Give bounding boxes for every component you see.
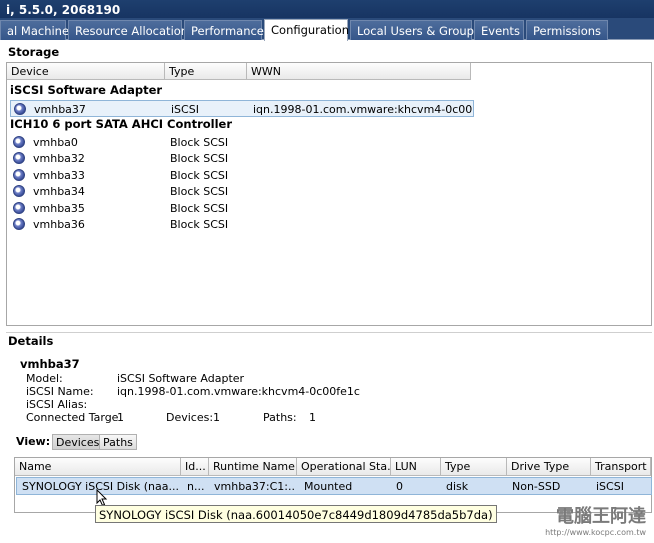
view-label: View: (16, 435, 51, 448)
tab-local-users-groups[interactable]: Local Users & Groups (350, 20, 480, 40)
tab-virtual-machines[interactable]: al Machines (0, 20, 75, 40)
watermark: 電腦王阿達 http://www.kocpc.com.tw (545, 502, 646, 537)
adapter-type: Block SCSI (170, 169, 229, 182)
column-header-identifier[interactable]: Id... (181, 458, 209, 476)
details-devices-value: 1 (213, 411, 220, 424)
details-iscsi-name-value: iqn.1998-01.com.vmware:khcvm4-0c00fe1c (117, 385, 360, 398)
column-header-type[interactable]: Type (441, 458, 507, 476)
tab-resource-allocation[interactable]: Resource Allocation (68, 20, 188, 40)
tab-events[interactable]: Events (474, 20, 524, 40)
adapter-row[interactable]: vmhba34 Block SCSI (10, 183, 474, 200)
column-header-lun[interactable]: LUN (391, 458, 441, 476)
column-header-drive-type[interactable]: Drive Type (507, 458, 591, 476)
column-header-device[interactable]: Device (7, 63, 165, 80)
adapter-device: vmhba37 (34, 103, 86, 116)
storage-adapter-icon (13, 169, 25, 181)
group-label-iscsi: iSCSI Software Adapter (10, 83, 163, 97)
view-paths-button[interactable]: Paths (99, 434, 137, 450)
device-operational-state: Mounted (304, 480, 353, 493)
column-header-wwn[interactable]: WWN (247, 63, 471, 80)
storage-adapter-icon (14, 103, 26, 115)
adapter-type: Block SCSI (170, 136, 229, 149)
adapter-row[interactable]: vmhba36 Block SCSI (10, 216, 474, 233)
adapter-type: iSCSI (171, 103, 199, 116)
details-iscsi-name-label: iSCSI Name: (26, 385, 94, 398)
storage-adapter-icon (13, 136, 25, 148)
adapter-row[interactable]: vmhba33 Block SCSI (10, 167, 474, 184)
adapter-row[interactable]: vmhba35 Block SCSI (10, 200, 474, 217)
column-header-name[interactable]: Name (15, 458, 181, 476)
view-devices-button[interactable]: Devices (52, 434, 104, 450)
device-row[interactable]: SYNOLOGY iSCSI Disk (naa.... n... vmhba3… (16, 477, 652, 495)
details-connected-targets-label: Connected Targe (26, 411, 119, 424)
adapter-row[interactable]: vmhba0 Block SCSI (10, 134, 474, 151)
storage-adapter-icon (13, 152, 25, 164)
details-model-value: iSCSI Software Adapter (117, 372, 245, 385)
adapter-wwn: iqn.1998-01.com.vmware:khcvm4-0c00... (253, 103, 473, 116)
storage-adapter-icon (13, 218, 25, 230)
storage-title: Storage (8, 45, 60, 59)
details-title: Details (8, 334, 54, 348)
details-adapter-name: vmhba37 (20, 357, 80, 371)
device-name-tooltip: SYNOLOGY iSCSI Disk (naa.60014050e7c8449… (95, 505, 497, 523)
details-connected-targets-value: 1 (117, 411, 124, 424)
storage-adapters-table: Device Type WWN iSCSI Software Adapter v… (6, 62, 652, 326)
device-runtime-name: vmhba37:C1:... (214, 480, 296, 493)
device-type: disk (446, 480, 469, 493)
details-model-label: Model: (26, 372, 63, 385)
column-header-type[interactable]: Type (165, 63, 247, 80)
adapter-type: Block SCSI (170, 152, 229, 165)
tab-performance[interactable]: Performance (184, 20, 264, 40)
details-paths-value: 1 (309, 411, 316, 424)
adapter-row[interactable]: vmhba32 Block SCSI (10, 150, 474, 167)
details-paths-label: Paths: (263, 411, 297, 424)
adapter-row[interactable]: vmhba37 iSCSI iqn.1998-01.com.vmware:khc… (10, 100, 474, 117)
column-header-runtime-name[interactable]: Runtime Name (209, 458, 297, 476)
adapter-device: vmhba33 (33, 169, 85, 182)
adapter-device: vmhba36 (33, 218, 85, 231)
adapter-type: Block SCSI (170, 218, 229, 231)
device-transport: iSCSI (596, 480, 624, 493)
watermark-brand: 電腦王阿達 (556, 506, 646, 527)
device-identifier: n... (187, 480, 205, 493)
tab-bar: al Machines Resource Allocation Performa… (0, 18, 654, 41)
adapter-type: Block SCSI (170, 202, 229, 215)
details-devices-label: Devices: (166, 411, 214, 424)
tab-permissions[interactable]: Permissions (526, 20, 608, 40)
device-lun: 0 (396, 480, 403, 493)
adapter-device: vmhba35 (33, 202, 85, 215)
details-iscsi-alias-label: iSCSI Alias: (26, 398, 88, 411)
device-drive-type: Non-SSD (512, 480, 561, 493)
tab-configuration[interactable]: Configuration (264, 19, 349, 41)
column-header-operational-state[interactable]: Operational Sta... (297, 458, 391, 476)
storage-adapter-icon (13, 202, 25, 214)
watermark-url: http://www.kocpc.com.tw (545, 528, 646, 537)
adapter-device: vmhba0 (33, 136, 78, 149)
adapter-device: vmhba34 (33, 185, 85, 198)
column-header-transport[interactable]: Transport (591, 458, 651, 476)
window-title: i, 5.5.0, 2068190 (0, 0, 654, 18)
adapter-device: vmhba32 (33, 152, 85, 165)
adapter-type: Block SCSI (170, 185, 229, 198)
group-label-ich10: ICH10 6 port SATA AHCI Controller (10, 117, 233, 131)
storage-adapter-icon (13, 185, 25, 197)
